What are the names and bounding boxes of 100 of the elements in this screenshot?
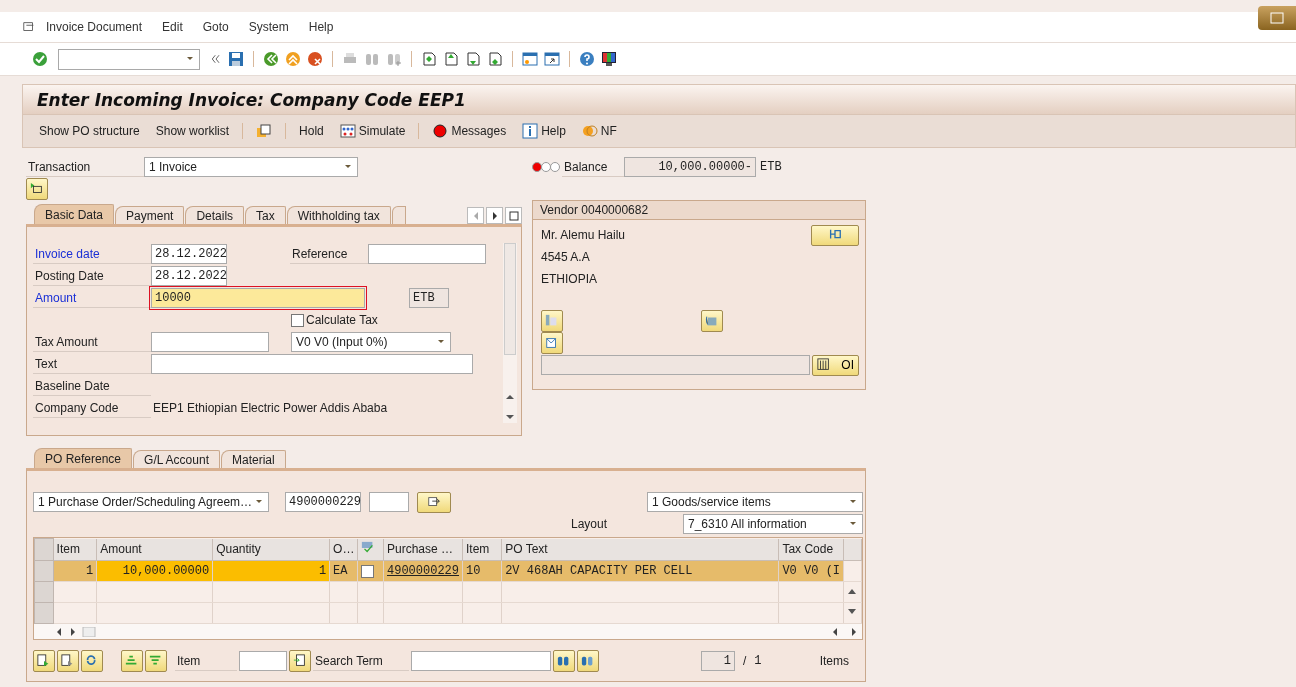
document-type-dropdown[interactable]: 1 Purchase Order/Scheduling Agreem… [33,492,269,512]
menu-item[interactable]: System [238,20,299,34]
menu-icon [22,20,36,34]
page-field: 1 [701,651,735,671]
vendor-address-line: ETHIOPIA [541,271,598,288]
window-icon [1270,12,1284,24]
po-link[interactable]: 4900000229 [387,564,459,578]
search-field[interactable] [411,651,551,671]
vendor-address-line: 4545 A.A [541,249,591,266]
page-total: 1 [753,654,762,668]
column-header[interactable]: Item [53,538,97,561]
layout-dropdown[interactable]: 7_6310 All information [683,514,863,534]
arrow-into-list-icon [293,654,307,668]
input-field[interactable] [369,492,409,512]
tax-code-dropdown[interactable]: V0 V0 (Input 0%) [291,332,451,352]
tab[interactable]: Details [185,206,245,224]
tab[interactable] [391,206,406,224]
amount-field[interactable]: 10000 [151,288,365,308]
table-cell: 2V 468AH CAPACITY PER CELL [501,560,779,582]
toolbar-button[interactable]: Simulate [333,121,412,141]
address-icon [827,228,843,242]
sort-descending-button[interactable] [145,650,167,672]
menu-item[interactable]: Invoice Document [36,20,153,34]
tab[interactable]: G/L Account [133,450,220,468]
select-all-button[interactable] [33,650,55,672]
panel-title: Vendor 0040000682 [533,201,865,220]
column-header[interactable]: Item [462,538,502,561]
search-button[interactable] [553,650,575,672]
dropdown-caret-icon [848,498,858,506]
email-button[interactable] [541,332,563,354]
deselect-button[interactable] [57,650,79,672]
checkbox[interactable] [361,564,375,578]
collapse-icon [210,53,222,65]
dropdown-caret-icon [848,520,858,528]
field-label: Baseline Date [33,376,151,396]
tab[interactable]: Payment [115,206,185,224]
arrow-right-icon [426,495,442,509]
scroll-right-button[interactable] [486,207,503,224]
telephone-button[interactable] [541,310,563,332]
po-number-field[interactable]: 4900000229 [285,492,361,512]
toolbar-button[interactable]: Help [516,121,572,141]
show-header-button[interactable] [26,178,48,200]
simulate-icon [339,123,356,139]
tab[interactable]: PO Reference [34,448,133,468]
column-header[interactable]: Amount [96,538,213,561]
search-icon [557,654,571,668]
toolbar-button[interactable]: NF [575,121,623,141]
list-arrow-icon [37,654,51,668]
column-header[interactable]: O… [329,538,358,561]
document-copy-icon [256,123,273,139]
menu-item[interactable]: Help [298,20,344,34]
scrollbar[interactable] [503,243,517,423]
dropdown-caret-icon [436,338,446,346]
transfer-button[interactable] [417,491,451,513]
dropdown-caret-icon [343,163,353,171]
tab-list-icon [508,210,519,221]
fax-icon [705,314,719,328]
toolbar-button[interactable]: Show worklist [149,122,236,140]
column-header[interactable] [357,538,384,561]
edit-address-button[interactable] [811,224,859,246]
input-field[interactable] [151,354,473,374]
toolbar-button[interactable]: Show PO structure [33,122,146,140]
input-field[interactable] [151,332,269,352]
horizontal-scrollbar[interactable] [34,624,862,639]
previous-page-icon [443,51,459,67]
fax-button[interactable] [701,310,723,332]
toolbar-button[interactable]: Messages [426,121,513,141]
menu-item[interactable]: Goto [192,20,239,34]
tab[interactable]: Material [221,450,286,468]
search-next-button[interactable] [577,650,599,672]
open-items-button[interactable]: OI [811,354,859,376]
toolbar-button[interactable]: Hold [293,122,330,140]
input-field[interactable] [368,244,486,264]
search-next-icon [386,51,402,67]
column-header[interactable]: PO Text [501,538,779,561]
go-to-item-button[interactable] [289,650,311,672]
list-arrow-icon [61,654,75,668]
tab[interactable]: Withholding tax [286,206,391,224]
date-field[interactable]: 28.12.2022 [151,244,227,264]
column-header[interactable]: Quantity [212,538,330,561]
search-icon [364,51,380,67]
new-window-icon [522,51,538,67]
help-icon [579,51,595,67]
tab[interactable]: Basic Data [34,204,115,224]
refresh-button[interactable] [81,650,103,672]
column-header[interactable]: Tax Code [778,538,844,561]
search-next-icon [581,654,595,668]
checkbox[interactable] [291,313,304,327]
command-field[interactable] [58,48,200,70]
last-page-icon [487,51,503,67]
date-field[interactable]: 28.12.2022 [151,266,227,286]
field-label: Company Code [33,398,151,418]
tab[interactable]: Tax [245,206,286,224]
sort-ascending-button[interactable] [121,650,143,672]
transaction-dropdown[interactable]: 1 Invoice [144,157,358,177]
items-type-dropdown[interactable]: 1 Goods/service items [647,492,863,512]
input-field[interactable] [239,651,287,671]
window-button[interactable] [1258,6,1296,30]
menu-item[interactable]: Edit [152,20,193,34]
column-header[interactable]: Purchase … [383,538,463,561]
